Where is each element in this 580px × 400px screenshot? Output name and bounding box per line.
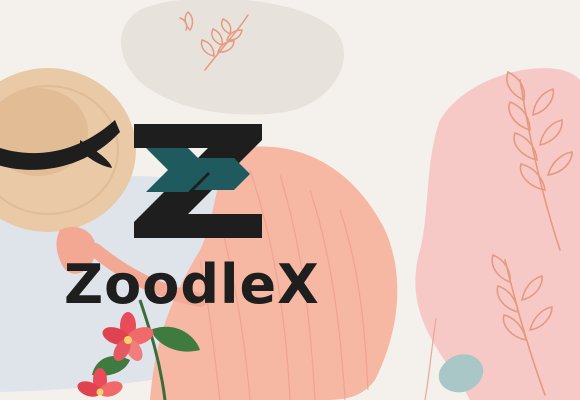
- zz-monogram-icon: [134, 124, 262, 238]
- brand-name: ZoodleX: [64, 253, 320, 316]
- gray-blob: [121, 0, 345, 115]
- background-art: [0, 0, 580, 400]
